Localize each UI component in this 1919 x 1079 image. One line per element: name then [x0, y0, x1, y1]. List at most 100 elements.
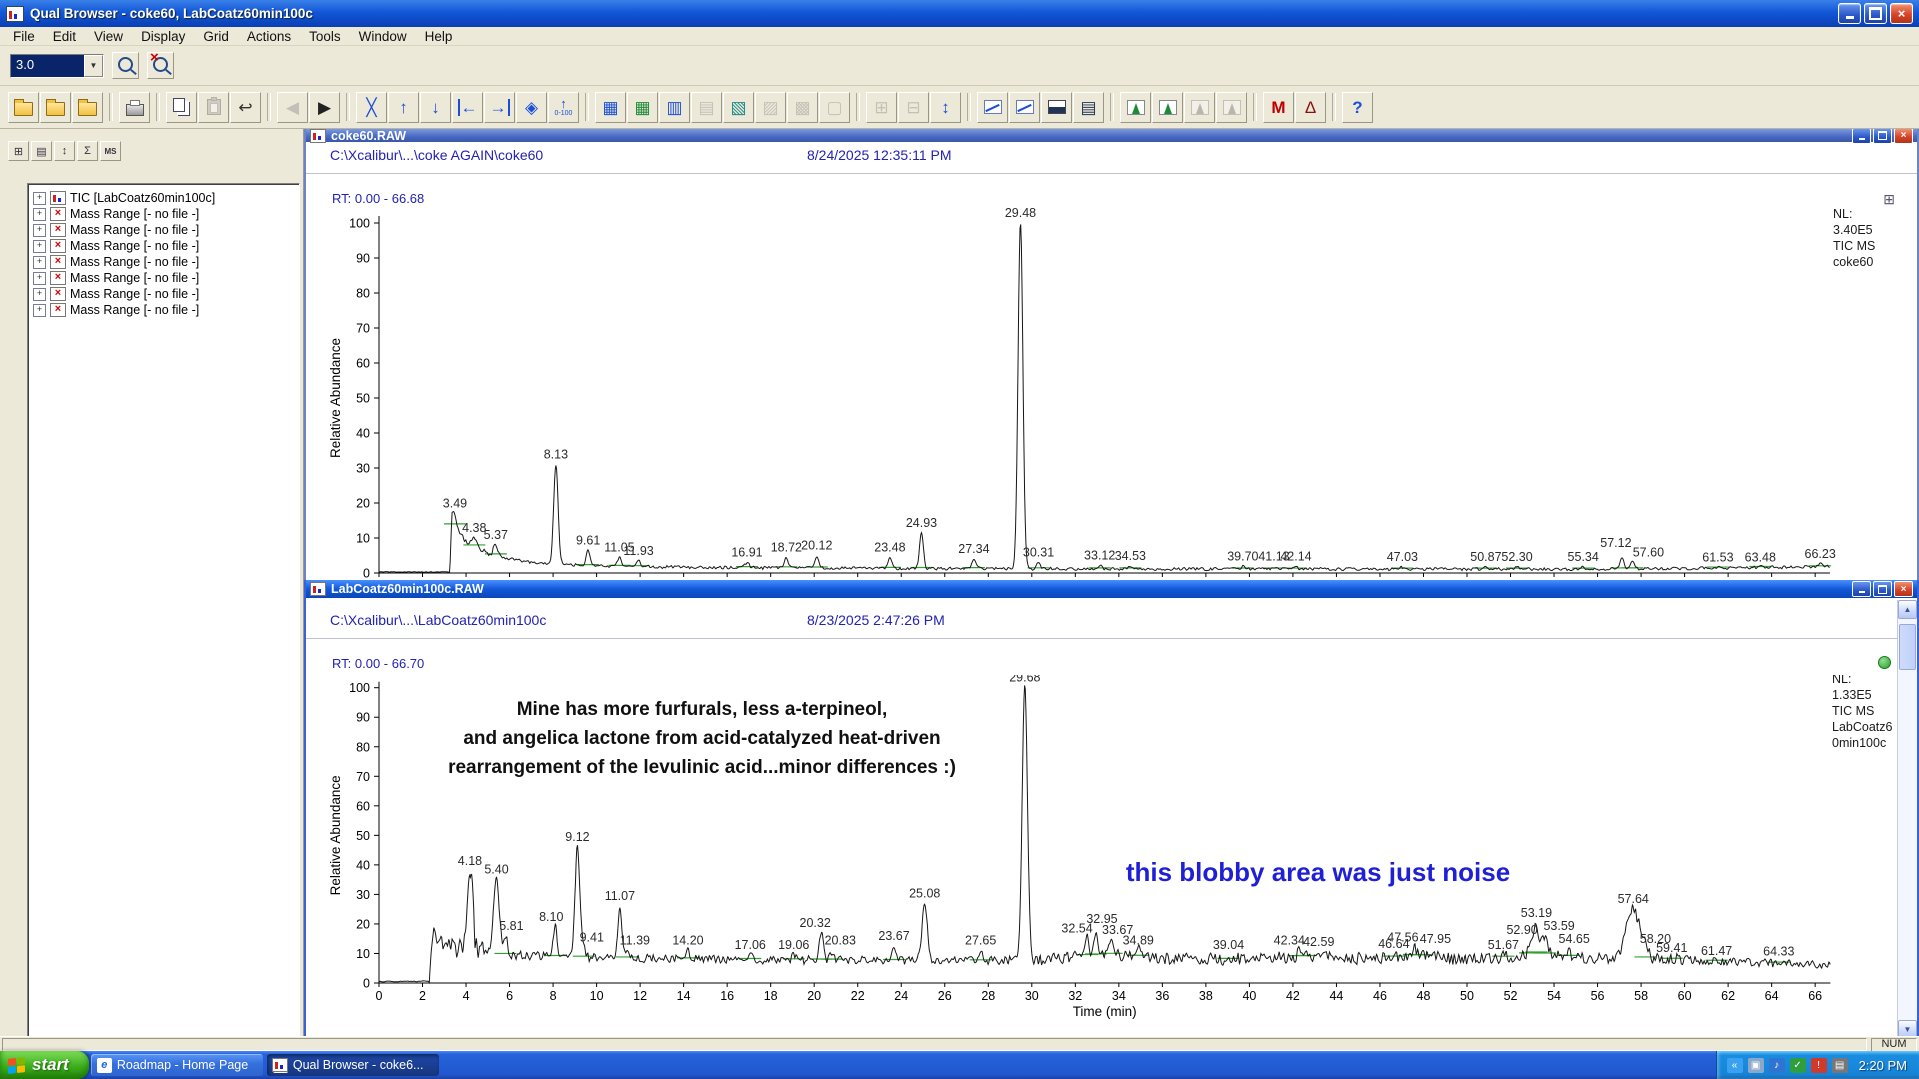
scale-down-button[interactable]: ↓ — [420, 92, 451, 123]
help-button[interactable]: ? — [1342, 92, 1373, 123]
pane1-close-button[interactable]: × — [1894, 129, 1913, 144]
range-combo[interactable]: 3.0 ▼ — [10, 54, 104, 78]
tree-item[interactable]: +×Mass Range [- no file -] — [28, 270, 299, 286]
annotation-line: Mine has more furfurals, less a-terpineo… — [517, 699, 888, 720]
expand-icon[interactable]: + — [33, 240, 46, 253]
hide-tray-icons-button[interactable]: « — [1727, 1058, 1743, 1073]
insert-cell-button[interactable]: ▦ — [627, 92, 658, 123]
peak-clear-icon — [1191, 100, 1209, 115]
grid-layout-button[interactable]: ▦ — [595, 92, 626, 123]
expand-icon[interactable]: + — [33, 272, 46, 285]
label-peaks-button[interactable] — [1152, 92, 1183, 123]
chromatogram-plot-coke60[interactable]: 0102030405060708090100Relative Abundance… — [306, 204, 1918, 580]
tree-item[interactable]: +TIC [LabCoatz60min100c] — [28, 190, 299, 206]
menu-display[interactable]: Display — [132, 29, 194, 44]
menu-actions[interactable]: Actions — [238, 29, 300, 44]
y-tick-label: 20 — [356, 917, 370, 931]
no-file-icon: × — [50, 207, 66, 221]
menu-edit[interactable]: Edit — [44, 29, 85, 44]
pan-right-button[interactable]: → — [484, 92, 515, 123]
detect-peaks-button[interactable] — [1120, 92, 1151, 123]
zoom-apply-button[interactable] — [112, 52, 139, 79]
tray-antivirus-icon[interactable]: ✓ — [1790, 1058, 1806, 1073]
undo-arrow-icon: ↩ — [238, 99, 252, 116]
tray-alert-icon[interactable]: ! — [1811, 1058, 1827, 1073]
mass-labels-button[interactable]: M — [1263, 92, 1294, 123]
annotate-button[interactable]: Δ — [1295, 92, 1326, 123]
open-raw-file-button[interactable] — [8, 92, 39, 123]
menu-tools[interactable]: Tools — [300, 29, 350, 44]
scroll-up-button[interactable]: ▲ — [1898, 600, 1917, 619]
show-chromatogram-button[interactable] — [1009, 92, 1040, 123]
undo-button[interactable]: ↩ — [230, 92, 261, 123]
tree-item[interactable]: +×Mass Range [- no file -] — [28, 302, 299, 318]
vertical-scrollbar[interactable]: ▲ ▼ — [1897, 600, 1917, 1039]
no-file-icon: × — [50, 287, 66, 301]
tray-network-icon[interactable]: ▤ — [1832, 1058, 1848, 1073]
header-separator — [306, 173, 1917, 174]
expand-icon[interactable]: + — [33, 224, 46, 237]
zoom-trace-button[interactable] — [977, 92, 1008, 123]
combo-dropdown-icon[interactable]: ▼ — [84, 55, 103, 77]
pane2-close-button[interactable]: × — [1894, 581, 1913, 597]
close-button[interactable]: × — [1890, 3, 1913, 24]
expand-icon[interactable]: + — [33, 256, 46, 269]
pane1-restore-button[interactable] — [1873, 129, 1892, 144]
sum-traces-button[interactable]: Σ — [77, 141, 98, 161]
open-result-file-button[interactable] — [40, 92, 71, 123]
autoscale-button[interactable]: ╳ — [356, 92, 387, 123]
forward-button[interactable]: ▶ — [309, 92, 340, 123]
expand-icon[interactable]: + — [33, 288, 46, 301]
zoom-clear-button[interactable]: × — [147, 52, 174, 79]
split-cell-button[interactable]: ▥ — [659, 92, 690, 123]
tree-item[interactable]: +×Mass Range [- no file -] — [28, 238, 299, 254]
chromatogram-plot-labcoatz[interactable]: 0102030405060708090100024681012141618202… — [306, 675, 1896, 1039]
menu-window[interactable]: Window — [350, 29, 416, 44]
tray-audio-icon[interactable]: ♪ — [1769, 1058, 1785, 1073]
tray-display-icon[interactable]: ▣ — [1748, 1058, 1764, 1073]
start-button[interactable]: start — [0, 1051, 89, 1079]
menu-file[interactable]: File — [4, 29, 44, 44]
task-button[interactable]: Qual Browser - coke6... — [267, 1054, 439, 1076]
pan-left-button[interactable]: ← — [452, 92, 483, 123]
reset-range-button[interactable]: ◈ — [516, 92, 547, 123]
normalize-button[interactable]: ↑0-100 — [548, 92, 579, 123]
pane1-minimize-button[interactable] — [1852, 129, 1871, 144]
pin-header-button[interactable]: ⊞ — [8, 141, 29, 161]
tree-item[interactable]: +×Mass Range [- no file -] — [28, 206, 299, 222]
show-spectrum-button[interactable] — [1041, 92, 1072, 123]
open-layout-button[interactable] — [72, 92, 103, 123]
expand-icon[interactable]: + — [33, 208, 46, 221]
minimize-button[interactable] — [1838, 3, 1861, 24]
expand-icon[interactable]: + — [33, 192, 46, 205]
menu-view[interactable]: View — [85, 29, 132, 44]
expand-icon[interactable]: + — [33, 304, 46, 317]
x-tick-label: 14 — [677, 989, 691, 1003]
menu-grid[interactable]: Grid — [194, 29, 238, 44]
pane2-minimize-button[interactable] — [1852, 581, 1871, 597]
scrollbar-thumb[interactable] — [1899, 624, 1916, 670]
page-layout-button[interactable]: ▤ — [31, 141, 52, 161]
peak-label: 39.70 — [1227, 550, 1258, 564]
peak-label-icon — [1159, 100, 1177, 115]
app-icon — [6, 6, 24, 22]
show-report-button[interactable]: ▤ — [1073, 92, 1104, 123]
menu-help[interactable]: Help — [416, 29, 462, 44]
print-button[interactable] — [119, 92, 150, 123]
scale-up-button[interactable]: ↑ — [388, 92, 419, 123]
grid-icon: ▦ — [602, 99, 618, 116]
copy-button[interactable] — [166, 92, 197, 123]
add-row-button[interactable]: ▧ — [723, 92, 754, 123]
pane2-titlebar[interactable]: LabCoatz60min100c.RAW × — [306, 580, 1917, 598]
pane2-restore-button[interactable] — [1873, 581, 1892, 597]
pane1-titlebar[interactable]: coke60.RAW × — [306, 129, 1917, 142]
maximize-button[interactable] — [1864, 3, 1887, 24]
ms-order-button[interactable]: MS — [100, 141, 121, 161]
tree-item[interactable]: +×Mass Range [- no file -] — [28, 254, 299, 270]
tree-item[interactable]: +×Mass Range [- no file -] — [28, 286, 299, 302]
nl-label: NL: — [1832, 675, 1851, 686]
sort-traces-button[interactable]: ↕ — [54, 141, 75, 161]
split-window-button[interactable]: ↕ — [930, 92, 961, 123]
task-button[interactable]: eRoadmap - Home Page — [91, 1054, 263, 1076]
tree-item[interactable]: +×Mass Range [- no file -] — [28, 222, 299, 238]
